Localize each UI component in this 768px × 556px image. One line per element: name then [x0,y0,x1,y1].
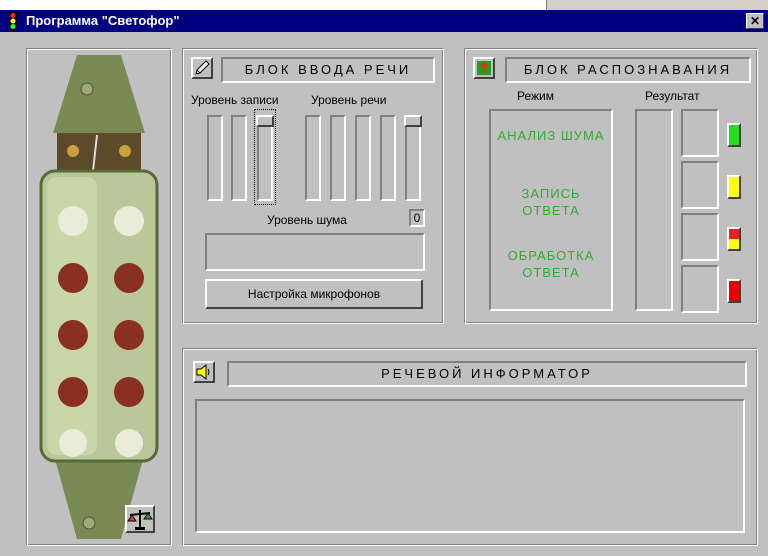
speech-level-meter-3 [355,115,371,201]
mode-label: Режим [517,89,554,103]
mic-settings-button[interactable]: Настройка микрофонов [205,279,423,309]
window-title: Программа "Светофор" [26,13,180,28]
result-cell-1 [681,109,719,157]
lamp-red-yellow [727,227,741,251]
speech-level-meter-4 [380,115,396,201]
speech-level-thumb[interactable] [404,115,422,127]
pencil-button[interactable] [191,57,213,79]
mode-display: АНАЛИЗ ШУМА ЗАПИСЬ ОТВЕТА ОБРАБОТКА ОТВЕ… [489,109,613,311]
speaker-button[interactable] [193,361,215,383]
pencil-icon [195,60,210,75]
record-level-thumb[interactable] [256,115,274,127]
traffic-light-icon [9,12,17,30]
speech-level-slider[interactable] [405,115,421,201]
result-cell-4 [681,265,719,313]
mode-process-answer: ОБРАБОТКА ОТВЕТА [507,248,595,280]
result-column [635,109,673,311]
speech-input-header: БЛОК ВВОДА РЕЧИ [221,57,435,83]
recognition-panel: БЛОК РАСПОЗНАВАНИЯ Режим Результат АНАЛИ… [464,48,758,324]
speech-input-panel: БЛОК ВВОДА РЕЧИ Уровень записи Уровень р… [182,48,444,324]
recognition-header: БЛОК РАСПОЗНАВАНИЯ [505,57,751,83]
device-image [39,55,159,539]
speech-level-meter-1 [305,115,321,201]
title-bar[interactable]: Программа "Светофор" ✕ [0,10,768,32]
result-label: Результат [645,89,700,103]
record-level-label: Уровень записи [191,93,279,107]
speech-informer-panel: РЕЧЕВОЙ ИНФОРМАТОР [182,348,758,546]
speech-level-label: Уровень речи [311,93,387,107]
mode-noise-analysis: АНАЛИЗ ШУМА [497,128,605,143]
close-button[interactable]: ✕ [746,13,764,29]
noise-level-value: 0 [409,209,425,227]
record-level-meter-1 [207,115,223,201]
scales-button[interactable] [125,505,155,533]
desktop-strip [0,0,768,10]
speech-informer-text-area [195,399,745,533]
noise-level-label: Уровень шума [267,213,347,227]
result-cell-3 [681,213,719,261]
result-cell-2 [681,161,719,209]
noise-level-bar [205,233,425,271]
speech-informer-header: РЕЧЕВОЙ ИНФОРМАТОР [227,361,747,387]
recognition-icon [477,61,491,75]
speech-level-meter-2 [330,115,346,201]
lamp-yellow [727,175,741,199]
record-level-meter-2 [231,115,247,201]
lamp-red [727,279,741,303]
recognition-button[interactable] [473,57,495,79]
speaker-icon [196,363,210,381]
scales-icon [127,510,153,530]
device-panel [26,48,172,546]
lamp-green [727,123,741,147]
mode-record-answer: ЗАПИСЬ ОТВЕТА [521,186,581,218]
